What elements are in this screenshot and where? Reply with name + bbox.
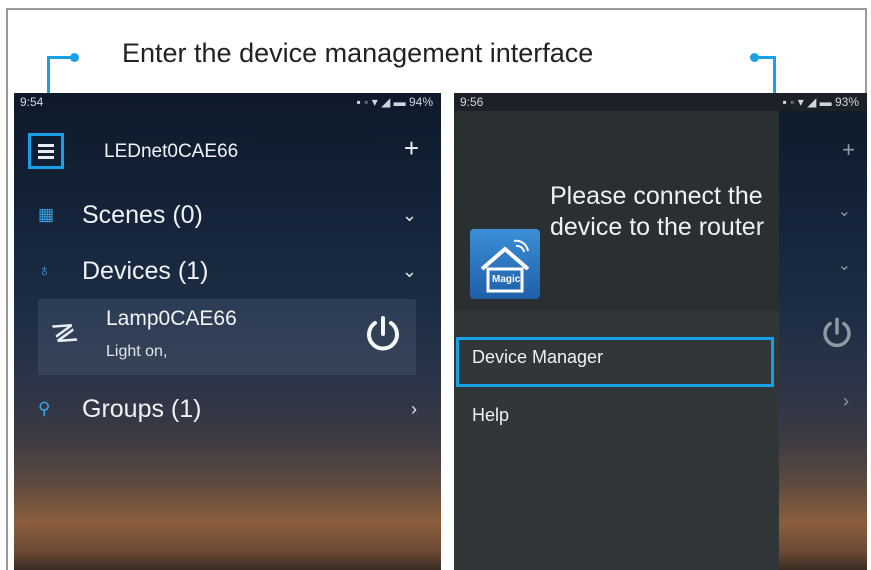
- chevron-right-icon: ›: [843, 391, 849, 411]
- power-icon-dimmed: [823, 317, 851, 348]
- connector-left-dot: [70, 53, 79, 62]
- lamp-device-item[interactable]: ≷ Lamp0CAE66 Light on,: [38, 299, 416, 375]
- status-bar: 9:54 ▪ ◦ ▾ ◢ ▬ 94%: [14, 93, 441, 111]
- devices-label: Devices (1): [82, 257, 209, 285]
- chevron-down-icon: ⌄: [837, 203, 851, 220]
- caption: Enter the device management interface: [122, 38, 594, 68]
- power-icon[interactable]: [362, 313, 404, 355]
- battery-level: 94%: [408, 95, 433, 109]
- chevron-down-icon: ⌄: [401, 205, 417, 225]
- drawer-header: Magic Please connect the device to the r…: [454, 111, 779, 311]
- house-wifi-icon: [480, 239, 530, 293]
- lamp-strip-icon: ≷: [47, 312, 83, 353]
- add-icon[interactable]: +: [404, 133, 419, 164]
- status-icons: ▪ ◦ ▾ ◢ ▬ 94%: [356, 95, 433, 109]
- magic-home-app-icon: Magic: [470, 229, 540, 299]
- battery-level: 93%: [834, 95, 859, 109]
- scenes-row[interactable]: ▦ Scenes (0) ⌄: [14, 195, 441, 235]
- chevron-right-icon: ›: [411, 399, 417, 419]
- chevron-down-icon: ⌄: [837, 257, 851, 274]
- menu-item-help[interactable]: Help: [454, 405, 779, 426]
- devices-row[interactable]: ♁ Devices (1) ⌄: [14, 251, 441, 291]
- network-title: LEDnet0CAE66: [104, 141, 239, 162]
- groups-label: Groups (1): [82, 395, 202, 423]
- scenes-grid-icon: ▦: [38, 205, 55, 224]
- status-bar: 9:56 ▪ ◦ ▾ ◢ ▬ 93%: [454, 93, 867, 111]
- menu-item-label: Help: [472, 405, 510, 425]
- device-manager-highlight: [456, 337, 774, 387]
- status-time: 9:56: [460, 95, 484, 109]
- status-icons: ▪ ◦ ▾ ◢ ▬ 93%: [782, 95, 859, 109]
- status-time: 9:54: [20, 95, 44, 109]
- phone-screen-drawer: 9:56 ▪ ◦ ▾ ◢ ▬ 93% + ⌄ ⌄ › Magic Please …: [454, 93, 867, 570]
- add-icon-dimmed: +: [842, 137, 855, 162]
- scenes-label: Scenes (0): [82, 201, 203, 229]
- lamp-status: Light on,: [106, 343, 168, 360]
- phone-screen-home: 9:54 ▪ ◦ ▾ ◢ ▬ 94% LEDnet0CAE66 + ▦ Scen…: [14, 93, 441, 570]
- navigation-drawer: Magic Please connect the device to the r…: [454, 111, 779, 570]
- hamburger-menu-icon[interactable]: [28, 133, 64, 169]
- chevron-down-icon: ⌄: [401, 261, 417, 281]
- bulb-icon: ♁: [38, 261, 51, 280]
- groups-icon: ⚲: [38, 399, 51, 418]
- groups-row[interactable]: ⚲ Groups (1) ›: [14, 389, 441, 429]
- lamp-name: Lamp0CAE66: [106, 307, 237, 330]
- connect-message: Please connect the device to the router: [550, 182, 765, 241]
- app-icon-text: Magic: [492, 274, 521, 285]
